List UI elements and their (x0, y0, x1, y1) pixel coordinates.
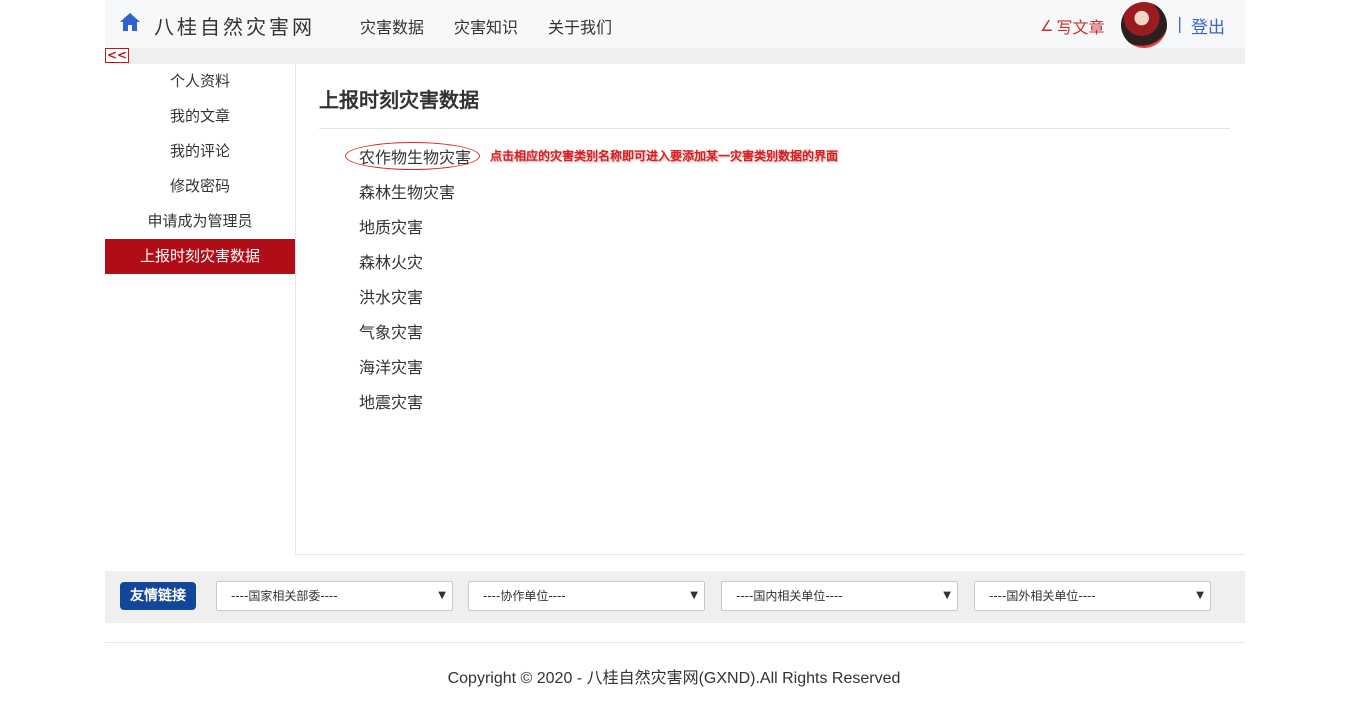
select-national-ministries[interactable]: ----国家相关部委---- ▼ (216, 581, 453, 611)
sidebar-item-report-disaster[interactable]: 上报时刻灾害数据 (105, 239, 295, 274)
dropdown-arrow-icon: ▼ (1196, 590, 1204, 601)
category-marine[interactable]: 海洋灾害 (359, 350, 471, 385)
dropdown-arrow-icon: ▼ (943, 590, 951, 601)
top-header: 八桂自然灾害网 灾害数据 灾害知识 关于我们 ∠ 写文章 | 登出 (105, 0, 1245, 48)
category-geological[interactable]: 地质灾害 (359, 210, 471, 245)
pen-icon: ∠ (1040, 17, 1054, 35)
site-title[interactable]: 八桂自然灾害网 (154, 11, 315, 40)
page-title: 上报时刻灾害数据 (319, 88, 479, 112)
write-article-link[interactable]: ∠ 写文章 (1040, 14, 1104, 38)
highlight-ellipse (345, 142, 480, 170)
nav-about-us[interactable]: 关于我们 (548, 14, 612, 38)
select-domestic-units[interactable]: ----国内相关单位---- ▼ (721, 581, 958, 611)
sidebar-item-profile[interactable]: 个人资料 (105, 64, 295, 99)
category-forest-fire[interactable]: 森林火灾 (359, 245, 471, 280)
sidebar-divider (295, 64, 296, 555)
write-article-label: 写文章 (1056, 18, 1105, 37)
logout-link[interactable]: 登出 (1191, 13, 1225, 38)
header-strip (105, 48, 1245, 64)
sidebar: 个人资料 我的文章 我的评论 修改密码 申请成为管理员 上报时刻灾害数据 (105, 64, 295, 274)
footer-divider (105, 642, 1245, 643)
select-cooperating-units-value: ----协作单位---- (483, 589, 566, 603)
header-separator: | (1177, 14, 1183, 33)
nav-disaster-data[interactable]: 灾害数据 (360, 14, 424, 38)
category-forest-biological[interactable]: 森林生物灾害 (359, 175, 471, 210)
home-icon[interactable] (119, 12, 141, 32)
sidebar-item-apply-admin[interactable]: 申请成为管理员 (105, 204, 295, 239)
friendly-links-bar: 友情链接 ----国家相关部委---- ▼ ----协作单位---- ▼ ---… (105, 571, 1245, 623)
annotation-hint: 点击相应的灾害类别名称即可进入要添加某一灾害类别数据的界面 (490, 149, 839, 163)
copyright-text: Copyright © 2020 - 八桂自然灾害网(GXND).All Rig… (447, 670, 901, 687)
dropdown-arrow-icon: ▼ (438, 590, 446, 601)
category-meteorological[interactable]: 气象灾害 (359, 315, 471, 350)
select-foreign-units[interactable]: ----国外相关单位---- ▼ (974, 581, 1211, 611)
select-national-ministries-value: ----国家相关部委---- (231, 589, 338, 603)
content-bottom-border (295, 554, 1245, 555)
dropdown-arrow-icon: ▼ (690, 590, 698, 601)
select-domestic-units-value: ----国内相关单位---- (736, 589, 843, 603)
friendly-links-label: 友情链接 (120, 582, 196, 610)
collapse-sidebar-button[interactable]: << (105, 48, 129, 63)
nav-disaster-knowledge[interactable]: 灾害知识 (454, 14, 518, 38)
avatar[interactable] (1121, 2, 1167, 48)
category-earthquake[interactable]: 地震灾害 (359, 385, 471, 420)
select-foreign-units-value: ----国外相关单位---- (989, 589, 1096, 603)
sidebar-item-change-password[interactable]: 修改密码 (105, 169, 295, 204)
select-cooperating-units[interactable]: ----协作单位---- ▼ (468, 581, 705, 611)
sidebar-item-my-articles[interactable]: 我的文章 (105, 99, 295, 134)
title-divider (319, 128, 1230, 129)
main-nav: 灾害数据 灾害知识 关于我们 (360, 14, 612, 38)
category-list: 农作物生物灾害 森林生物灾害 地质灾害 森林火灾 洪水灾害 气象灾害 海洋灾害 … (359, 140, 471, 420)
category-flood[interactable]: 洪水灾害 (359, 280, 471, 315)
sidebar-item-my-comments[interactable]: 我的评论 (105, 134, 295, 169)
